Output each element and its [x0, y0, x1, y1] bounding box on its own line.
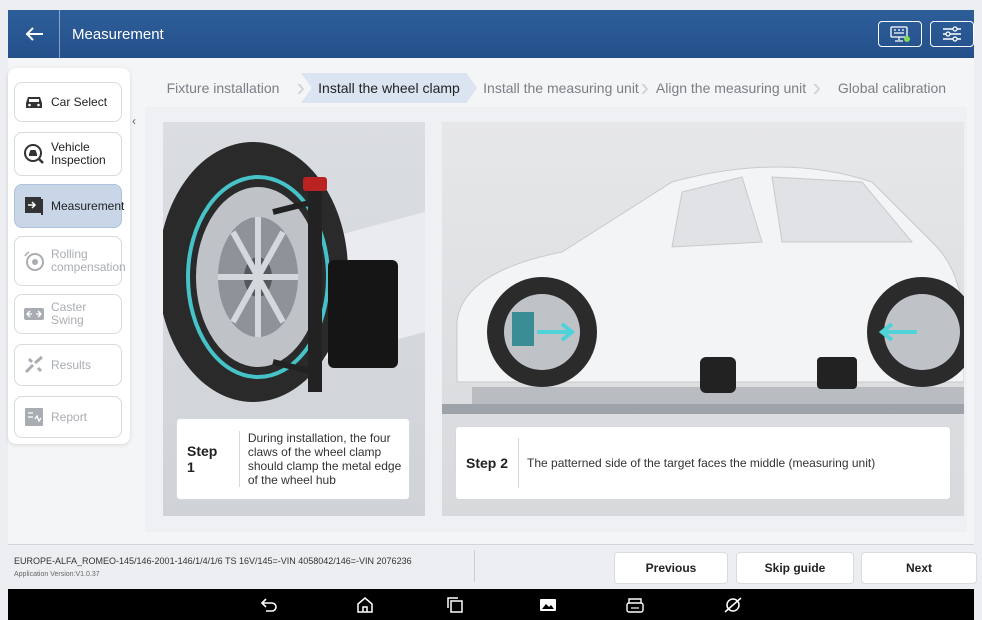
- android-nav-bar: [8, 589, 974, 620]
- step-label: Install the measuring unit: [483, 80, 639, 96]
- step-install-measuring-unit[interactable]: Install the measuring unit ›: [477, 73, 649, 103]
- step-label: Install the wheel clamp: [318, 80, 460, 96]
- home-icon[interactable]: [354, 594, 376, 616]
- divider: [474, 550, 475, 582]
- step2-number: Step 2: [456, 437, 520, 489]
- keyboard-vci-button[interactable]: [878, 21, 922, 47]
- gallery-icon[interactable]: [537, 594, 559, 616]
- chevron-right-icon: ›: [296, 72, 305, 102]
- sidebar-item-label: Caster Swing: [51, 300, 87, 327]
- car-icon: [26, 97, 42, 108]
- step-global-calibration[interactable]: Global calibration: [817, 73, 967, 103]
- step-label: Fixture installation: [166, 80, 280, 96]
- chevron-left-icon[interactable]: ‹: [132, 114, 136, 128]
- sidebar-item-caster-swing[interactable]: Caster Swing: [14, 294, 122, 334]
- results-icon: [24, 355, 43, 374]
- sidebar-item-rolling-compensation[interactable]: Rolling compensation: [14, 236, 126, 286]
- rolling-icon: [24, 251, 44, 271]
- recent-apps-icon[interactable]: [444, 594, 466, 616]
- step2-text: The patterned side of the target faces t…: [527, 456, 876, 470]
- settings-button[interactable]: [930, 21, 974, 47]
- sidebar-item-label: Vehicle Inspection: [51, 140, 106, 167]
- sidebar-item-label: Car Select: [51, 94, 108, 109]
- back-button[interactable]: [8, 10, 60, 58]
- sidebar-item-label: Report: [51, 409, 88, 424]
- step-align-measuring-unit[interactable]: Align the measuring unit ›: [645, 73, 821, 103]
- step-progress: Fixture installation › Install the wheel…: [145, 73, 967, 103]
- previous-button[interactable]: Previous: [614, 552, 728, 584]
- step1-number: Step 1: [177, 431, 240, 487]
- back-icon[interactable]: [258, 594, 280, 616]
- keyboard-vci-icon: [890, 26, 910, 42]
- sidebar-item-report[interactable]: Report: [14, 396, 122, 438]
- arrow-left-icon: [25, 27, 43, 41]
- step-label: Global calibration: [837, 80, 947, 96]
- measurement-icon: [25, 197, 43, 215]
- browser-icon[interactable]: [722, 594, 744, 616]
- skip-guide-button[interactable]: Skip guide: [736, 552, 854, 584]
- caster-icon: [24, 308, 44, 320]
- sidebar-item-label: Rolling compensation: [51, 247, 126, 274]
- inspection-icon: [24, 144, 44, 164]
- vehicle-path: EUROPE-ALFA_ROMEO-145/146-2001-146/1/4/1…: [14, 556, 412, 566]
- sidebar-item-label: Measurement: [51, 198, 125, 213]
- step1-text: During installation, the four claws of t…: [247, 431, 402, 487]
- vci-icon[interactable]: [624, 594, 646, 616]
- page-title: Measurement: [72, 25, 164, 43]
- report-icon: [25, 408, 43, 426]
- settings-sliders-icon: [943, 26, 961, 42]
- sidebar-item-vehicle-inspection[interactable]: Vehicle Inspection: [14, 132, 122, 176]
- sidebar-item-label: Results: [51, 357, 92, 372]
- step-fixture-installation[interactable]: Fixture installation ›: [145, 73, 305, 103]
- step-label: Align the measuring unit: [655, 80, 807, 96]
- sidebar-item-car-select[interactable]: Car Select: [14, 82, 122, 122]
- step-install-wheel-clamp[interactable]: Install the wheel clamp: [301, 73, 477, 103]
- step2-instruction: Step 2 The patterned side of the target …: [455, 426, 951, 500]
- sidebar-item-results[interactable]: Results: [14, 344, 122, 386]
- step1-instruction: Step 1 During installation, the four cla…: [176, 418, 410, 500]
- sidebar-item-measurement[interactable]: Measurement: [14, 184, 125, 228]
- next-button[interactable]: Next: [861, 552, 977, 584]
- app-version: Application Version:V1.0.37: [14, 571, 100, 578]
- top-bar: Measurement: [8, 10, 974, 58]
